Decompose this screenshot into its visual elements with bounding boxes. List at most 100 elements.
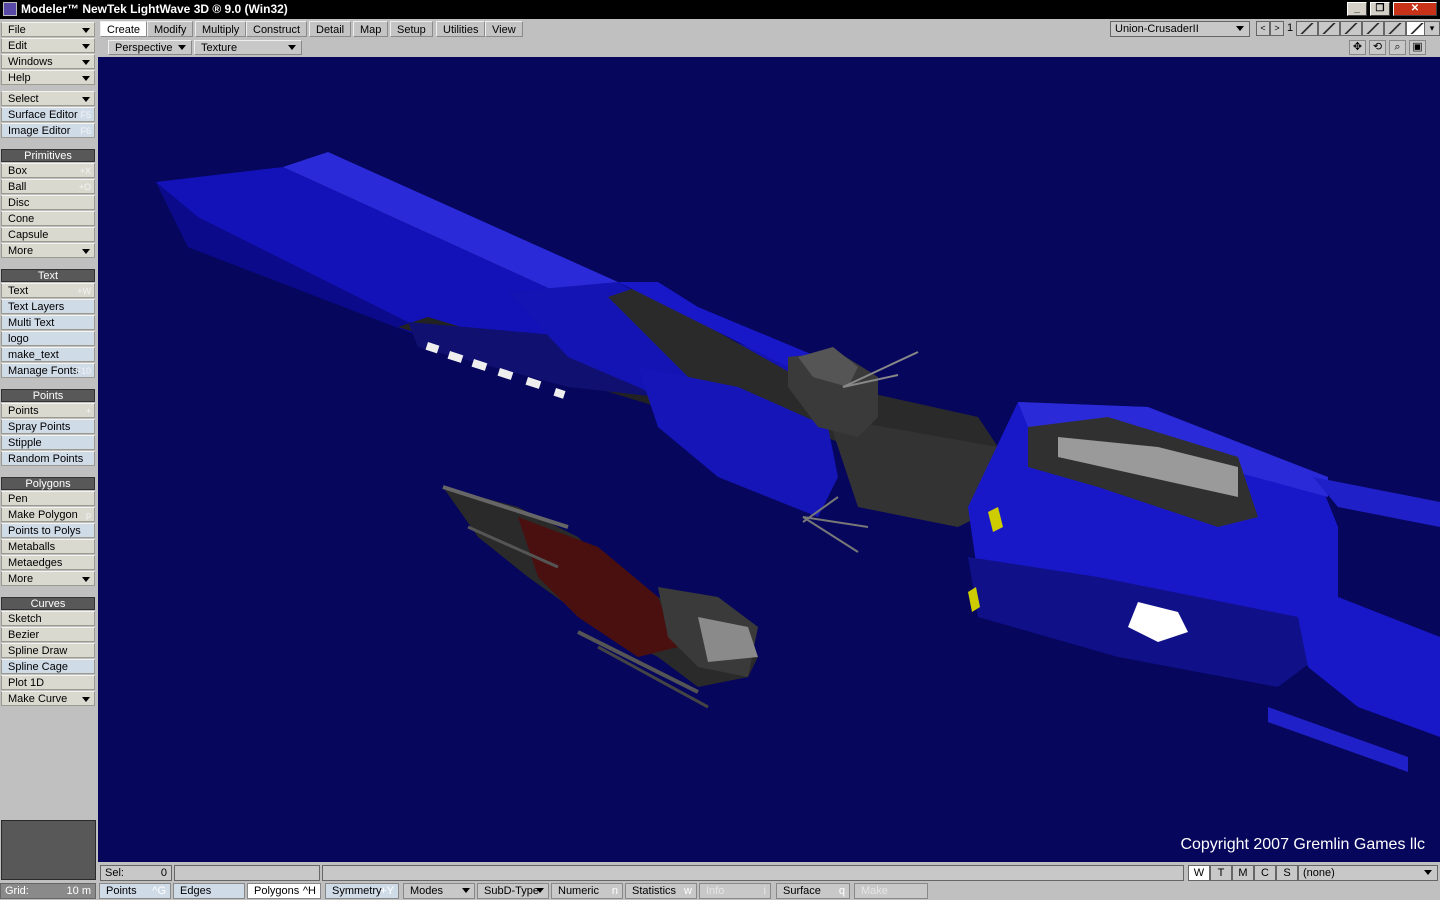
s-mode-button[interactable]: S bbox=[1276, 865, 1298, 881]
pen-label: Pen bbox=[8, 493, 28, 505]
bezier-button[interactable]: Bezier bbox=[1, 627, 95, 642]
stipple-button[interactable]: Stipple bbox=[1, 435, 95, 450]
help-menu[interactable]: Help bbox=[1, 70, 95, 85]
chevron-down-icon bbox=[82, 577, 90, 582]
next-layer-button[interactable]: > bbox=[1270, 21, 1284, 36]
layer-button-2[interactable] bbox=[1318, 21, 1340, 36]
render-mode-select[interactable]: Texture bbox=[194, 40, 302, 55]
render-mode-value: Texture bbox=[201, 42, 238, 54]
subd-type-menu[interactable]: SubD-Type bbox=[477, 883, 549, 899]
make-curve-button[interactable]: Make Curve bbox=[1, 691, 95, 706]
file-menu[interactable]: File bbox=[1, 22, 95, 37]
pen-button[interactable]: Pen bbox=[1, 491, 95, 506]
spray-points-button[interactable]: Spray Points bbox=[1, 419, 95, 434]
image-editor-label: Image Editor bbox=[8, 125, 71, 137]
random-points-button[interactable]: Random Points bbox=[1, 451, 95, 466]
layer-button-4[interactable] bbox=[1362, 21, 1384, 36]
spline-draw-button[interactable]: Spline Draw bbox=[1, 643, 95, 658]
surface-editor-button[interactable]: Surface Editor F5 bbox=[1, 107, 95, 122]
shortcut-label: +O bbox=[78, 182, 91, 192]
tab-map[interactable]: Map bbox=[353, 21, 389, 37]
tab-modify[interactable]: Modify bbox=[147, 21, 194, 37]
layer-dropdown-button[interactable]: ▾ bbox=[1424, 21, 1440, 36]
plot-1d-label: Plot 1D bbox=[8, 677, 45, 689]
move-view-icon[interactable]: ✥ bbox=[1349, 40, 1366, 55]
modes-menu[interactable]: Modes bbox=[403, 883, 475, 899]
tab-detail[interactable]: Detail bbox=[309, 21, 352, 37]
layer-button-3[interactable] bbox=[1340, 21, 1362, 36]
tab-create[interactable]: Create bbox=[100, 21, 148, 37]
layer-button-5[interactable] bbox=[1384, 21, 1406, 36]
tab-setup[interactable]: Setup bbox=[390, 21, 433, 37]
tab-multiply[interactable]: Multiply bbox=[195, 21, 247, 37]
metaballs-button[interactable]: Metaballs bbox=[1, 539, 95, 554]
restore-button[interactable]: ❐ bbox=[1370, 2, 1390, 16]
shortcut-label: F6 bbox=[80, 126, 91, 136]
close-button[interactable]: ✕ bbox=[1393, 2, 1437, 16]
rotate-view-icon[interactable]: ⟲ bbox=[1369, 40, 1386, 55]
minimize-button[interactable]: _ bbox=[1347, 2, 1367, 16]
chevron-down-icon bbox=[1424, 870, 1432, 875]
tab-view[interactable]: View bbox=[485, 21, 523, 37]
info-button[interactable]: Info i bbox=[699, 883, 771, 899]
spline-cage-button[interactable]: Spline Cage bbox=[1, 659, 95, 674]
view-type-select[interactable]: Perspective bbox=[108, 40, 192, 55]
numeric-button[interactable]: Numeric n bbox=[551, 883, 623, 899]
tab-utilities[interactable]: Utilities bbox=[436, 21, 486, 37]
layer-button-1[interactable] bbox=[1296, 21, 1318, 36]
symmetry-button[interactable]: Symmetry +Y bbox=[325, 883, 399, 899]
text-button[interactable]: Text +W bbox=[1, 283, 95, 298]
layer-page-number: 1 bbox=[1287, 22, 1294, 34]
surface-select[interactable]: (none) bbox=[1298, 865, 1438, 881]
points-tool-button[interactable]: Points + bbox=[1, 403, 95, 418]
capsule-button[interactable]: Capsule bbox=[1, 227, 95, 242]
sketch-button[interactable]: Sketch bbox=[1, 611, 95, 626]
w-mode-button[interactable]: W bbox=[1188, 865, 1210, 881]
metaedges-label: Metaedges bbox=[8, 557, 63, 569]
mini-preview-panel[interactable] bbox=[1, 820, 96, 880]
object-selector[interactable]: Union-CrusaderII bbox=[1110, 21, 1250, 37]
surface-button[interactable]: Surface q bbox=[776, 883, 850, 899]
text-layers-label: Text Layers bbox=[8, 301, 65, 313]
more-label: More bbox=[8, 573, 34, 585]
disc-button[interactable]: Disc bbox=[1, 195, 95, 210]
tab-construct[interactable]: Construct bbox=[246, 21, 308, 37]
make-text-button[interactable]: make_text bbox=[1, 347, 95, 362]
primitives-more-button[interactable]: More bbox=[1, 243, 95, 258]
app-icon[interactable] bbox=[3, 2, 17, 16]
metaedges-button[interactable]: Metaedges bbox=[1, 555, 95, 570]
box-button[interactable]: Box +X bbox=[1, 163, 95, 178]
zoom-view-icon[interactable]: ⌕ bbox=[1389, 40, 1406, 55]
bottom-bar: Grid: 10 m Points ^G Edges Polygons ^H Symm… bbox=[0, 882, 1440, 900]
manage-fonts-button[interactable]: Manage Fonts F10 bbox=[1, 363, 95, 378]
info-field bbox=[174, 865, 320, 881]
text-layers-button[interactable]: Text Layers bbox=[1, 299, 95, 314]
make-polygon-button[interactable]: Make Polygon p bbox=[1, 507, 95, 522]
select-menu[interactable]: Select bbox=[1, 91, 95, 106]
windows-menu[interactable]: Windows bbox=[1, 54, 95, 69]
image-editor-button[interactable]: Image Editor F6 bbox=[1, 123, 95, 138]
polygons-mode-button[interactable]: Polygons ^H bbox=[247, 883, 321, 899]
t-mode-button[interactable]: T bbox=[1210, 865, 1232, 881]
cone-button[interactable]: Cone bbox=[1, 211, 95, 226]
logo-button[interactable]: logo bbox=[1, 331, 95, 346]
make-button[interactable]: Make bbox=[854, 883, 928, 899]
edit-menu[interactable]: Edit bbox=[1, 38, 95, 53]
points-to-polys-label: Points to Polys bbox=[8, 525, 81, 537]
statistics-button[interactable]: Statistics w bbox=[625, 883, 697, 899]
points-mode-button[interactable]: Points ^G bbox=[99, 883, 171, 899]
stipple-label: Stipple bbox=[8, 437, 42, 449]
multi-text-button[interactable]: Multi Text bbox=[1, 315, 95, 330]
plot-1d-button[interactable]: Plot 1D bbox=[1, 675, 95, 690]
maximize-viewport-icon[interactable]: ▣ bbox=[1409, 40, 1426, 55]
shortcut-label: w bbox=[684, 885, 692, 897]
shortcut-label: +X bbox=[79, 166, 91, 176]
m-mode-button[interactable]: M bbox=[1232, 865, 1254, 881]
3d-viewport[interactable]: Copyright 2007 Gremlin Games llc bbox=[98, 57, 1440, 862]
ball-button[interactable]: Ball +O bbox=[1, 179, 95, 194]
polygons-more-button[interactable]: More bbox=[1, 571, 95, 586]
points-to-polys-button[interactable]: Points to Polys bbox=[1, 523, 95, 538]
edges-mode-button[interactable]: Edges bbox=[173, 883, 245, 899]
prev-layer-button[interactable]: < bbox=[1256, 21, 1270, 36]
c-mode-button[interactable]: C bbox=[1254, 865, 1276, 881]
